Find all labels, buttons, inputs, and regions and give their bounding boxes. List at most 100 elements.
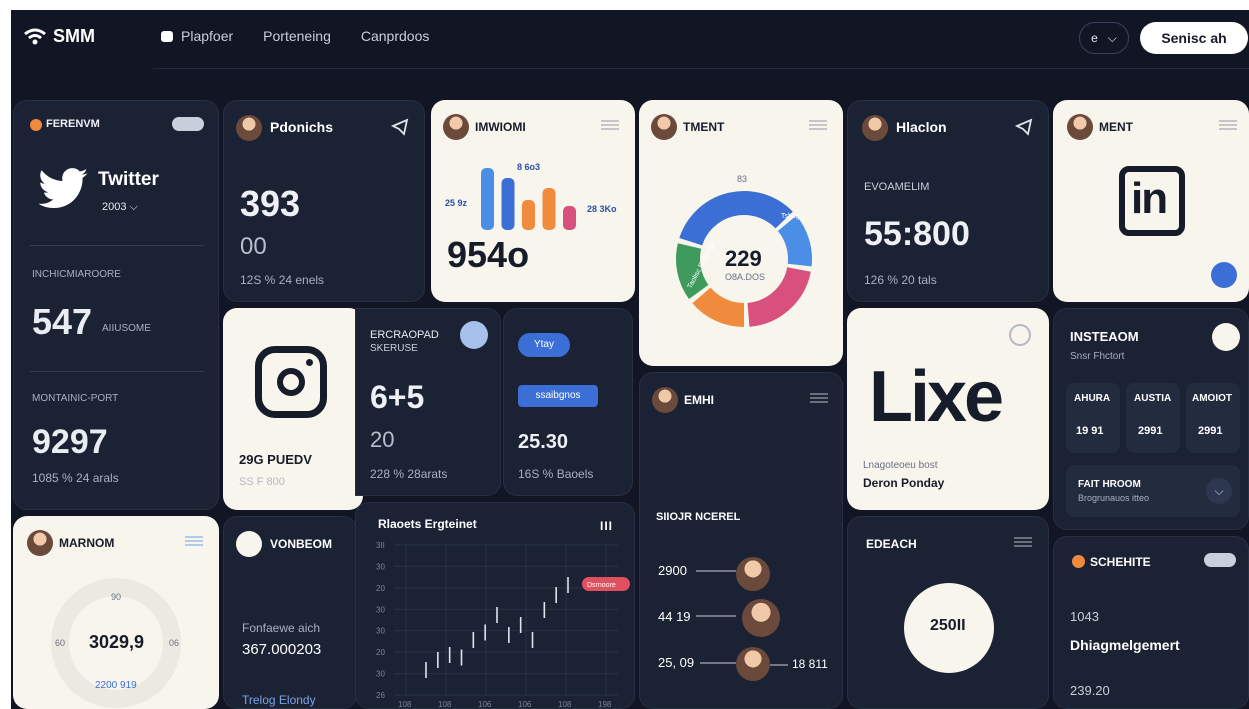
card-title: TMENT [683,120,725,134]
tag-label: Dsrnoore [587,582,616,589]
main-value: 954o [447,234,530,275]
divider [30,245,204,246]
name: Dhiagmelgemert [1070,637,1180,653]
card-title: IMWIOMI [475,120,526,134]
card-subtitle: Snsr Fhctort [1070,351,1125,362]
metric-label: MONTAINIC-PORT [32,393,119,404]
edeach-card[interactable]: EDEACH 250II [847,516,1049,709]
instagram-card[interactable]: 29G PUEDV SS F 800 [223,308,363,510]
twitter-bird-icon [38,168,88,209]
tment-card[interactable]: TMENT 83 Taolisc Enpoogd Tsbog 229 O8A.DO… [639,100,843,366]
main-value: 55:800 [864,215,970,253]
toggle-pill-icon[interactable] [1204,553,1236,567]
pills-card[interactable]: Ytay ssaibgnos 25.30 16S % Baoels [503,308,633,496]
vonbeom-card[interactable]: VONBEOM Fonfaewe aich 367.000203 Trelog … [223,516,357,709]
stat-value: 2991 [1198,425,1223,437]
menu-icon[interactable] [810,393,828,403]
sub-label: Lnagoteoeu bost [863,460,938,471]
toggle-label: e [1091,31,1098,45]
linkedin-logo-icon: in [1119,166,1185,236]
year-dropdown[interactable]: 2003 ⌵ [102,201,138,214]
linkedin-action-icon[interactable] [1211,262,1237,288]
row-sub: Brogrunauos itteo [1078,493,1150,503]
app-logo[interactable]: SMM [23,26,95,47]
nav-item-porteneing[interactable]: Porteneing [263,28,331,44]
info-icon[interactable] [1009,324,1031,346]
y-tick-label: 30 [376,605,385,614]
ring-label-right: Tsbog [781,213,800,220]
avatar[interactable] [736,647,770,681]
wifi-logo-icon [24,28,46,44]
line-chart-card[interactable]: Rlaoets Ergteinet III 3II 30 20 30 30 20 30 26 1… [355,502,635,709]
lixe-card[interactable]: Lixe Lnagoteoeu bost Deron Ponday [847,308,1049,510]
chevron-down-icon[interactable]: ⌵ [1206,478,1232,504]
metric-foot: 1085 % 24 arals [32,471,119,485]
imwiomi-card[interactable]: IMWIOMI 25 9z 8 6o3 28 3Ko 954o [431,100,635,302]
main-value: 25.30 [518,431,569,453]
account-sub: SS F 800 [239,476,285,488]
gauge-value: 3029,9 [89,632,145,652]
pill-1[interactable]: Ytay [518,333,570,357]
card-title: EDEACH [866,537,917,551]
share-icon[interactable] [1014,117,1034,137]
orange-dot-icon [1072,555,1085,568]
menu-icon[interactable] [1014,537,1032,547]
schehite-card[interactable]: SCHEHITE 1043 Dhiagmelgemert 239.20 [1053,536,1249,709]
brand-logo: Lixe [869,357,1004,437]
stat-tile: AHURA 19 91 [1066,383,1120,453]
avatar[interactable] [742,599,780,637]
nav-item-plapfoer[interactable]: Plapfoer [161,28,233,44]
node-value: 25, 09 [658,655,695,670]
avatar [1067,114,1093,140]
marnom-card[interactable]: MARNOM 90 60 06 3029,9 2200 919 [13,516,219,709]
gauge-bottom: 2200 919 [95,680,137,691]
list-row[interactable]: FAIT HROOM Brogrunauos itteo ⌵ [1066,465,1240,517]
chat-icon[interactable] [460,321,488,349]
divider [30,371,204,372]
label-1: ERCRAOPAD [370,329,439,341]
x-tick-label: 108 [558,700,572,709]
menu-icon[interactable] [1219,120,1237,130]
pill-2[interactable]: ssaibgnos [518,385,598,407]
theme-toggle[interactable]: e ⌵ [1079,22,1129,54]
linkedin-card[interactable]: MENT in [1053,100,1249,302]
dashboard-frame: SMM Plapfoer Porteneing Canprdoos e ⌵ Se… [11,10,1249,709]
sub-value: 00 [240,233,267,260]
menu-icon[interactable] [185,536,203,546]
avatar [862,115,888,141]
center-value: 229 [725,246,762,271]
x-tick-label: 108 [398,700,412,709]
toggle-pill-icon[interactable] [172,117,204,131]
metric-label: INCHICMIAROORE [32,269,121,280]
stat-tile: AMOIOT 2991 [1186,383,1240,453]
metric-value: 9297 [32,423,108,461]
bars-menu-icon[interactable]: III [600,519,613,533]
avatar [652,387,678,413]
avatar[interactable] [736,557,770,591]
y-tick-label: 30 [376,670,385,679]
card-badge: FERENVM [46,118,100,130]
section-title: SIIOJR NCEREL [656,511,741,523]
stat-label: AMOIOT [1192,393,1232,404]
instaeom-card[interactable]: INSTEAOM Snsr Fhctort AHURA 19 91 AUSTIA… [1053,308,1249,530]
ercraopad-card[interactable]: ERCRAOPAD SKERUSE 6+5 20 228 % 28arats [355,308,501,496]
nav-item-canprdoos[interactable]: Canprdoos [361,28,430,44]
search-button[interactable]: Senisc ah [1140,22,1248,54]
x-tick-label: 108 [438,700,452,709]
hlaclon-card[interactable]: Hlaclon EVOAMELIM 55:800 126 % 20 tals [847,100,1049,302]
gauge-top: 90 [111,592,122,602]
twitter-card[interactable]: FERENVM Twitter 2003 ⌵ INCHICMIAROORE 54… [13,100,219,510]
label-left: 25 9z [445,198,468,208]
pdonichs-card[interactable]: Pdonichs 393 00 12S % 24 enels [223,100,425,302]
x-tick-label: 106 [478,700,492,709]
gauge-left: 60 [55,638,66,648]
menu-icon[interactable] [809,120,827,130]
menu-icon[interactable] [601,120,619,130]
instagram-small-icon[interactable] [1212,323,1240,351]
share-icon[interactable] [390,117,410,137]
avatar [27,530,53,556]
bar-mark [481,168,494,230]
emhi-card[interactable]: EMHI SIIOJR NCEREL 2900 44 19 25, 09 18 … [639,372,843,709]
donut-segment [777,215,812,267]
card-foot: 239.20 [1070,683,1110,698]
